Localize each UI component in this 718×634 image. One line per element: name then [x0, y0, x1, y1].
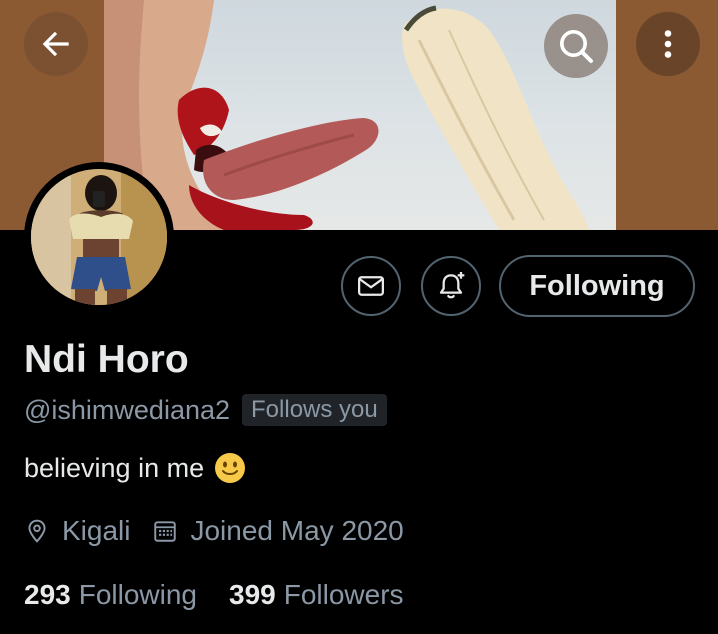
more-vertical-icon — [664, 30, 672, 58]
following-count: 293 — [24, 579, 71, 610]
search-button[interactable] — [544, 14, 608, 78]
followers-label: Followers — [283, 579, 404, 610]
followers-stat[interactable]: 399 Followers — [229, 579, 404, 611]
location-item: Kigali — [24, 515, 130, 547]
avatar-image — [31, 169, 167, 305]
following-button[interactable]: Following — [499, 255, 695, 317]
bell-plus-icon — [439, 272, 465, 299]
follow-stats: 293 Following 399 Followers — [24, 576, 404, 614]
mail-icon — [358, 276, 384, 296]
handle-row: @ishimwediana2 Follows you — [24, 392, 387, 428]
profile-meta: Kigali Joined May 2020 — [24, 512, 404, 550]
joined-text: Joined May 2020 — [190, 515, 404, 546]
display-name: Ndi Horo — [24, 338, 189, 381]
avatar[interactable] — [24, 162, 174, 312]
message-button[interactable] — [341, 256, 401, 316]
bio-text: believing in me — [24, 452, 205, 483]
slightly-smiling-face-icon — [215, 453, 246, 483]
search-icon — [560, 30, 593, 63]
bio: believing in me — [24, 452, 246, 484]
follows-you-badge: Follows you — [242, 394, 387, 426]
following-stat[interactable]: 293 Following — [24, 579, 197, 611]
more-options-button[interactable] — [636, 12, 700, 76]
location-pin-icon — [28, 519, 46, 543]
user-handle: @ishimwediana2 — [24, 394, 231, 425]
arrow-left-icon — [42, 31, 69, 57]
location-text: Kigali — [62, 515, 131, 546]
notifications-button[interactable] — [421, 256, 481, 316]
banner-image — [104, 0, 616, 230]
following-label: Following — [78, 579, 197, 610]
calendar-icon — [154, 521, 177, 542]
back-button[interactable] — [24, 12, 88, 76]
followers-count: 399 — [229, 579, 276, 610]
joined-item: Joined May 2020 — [152, 515, 404, 547]
